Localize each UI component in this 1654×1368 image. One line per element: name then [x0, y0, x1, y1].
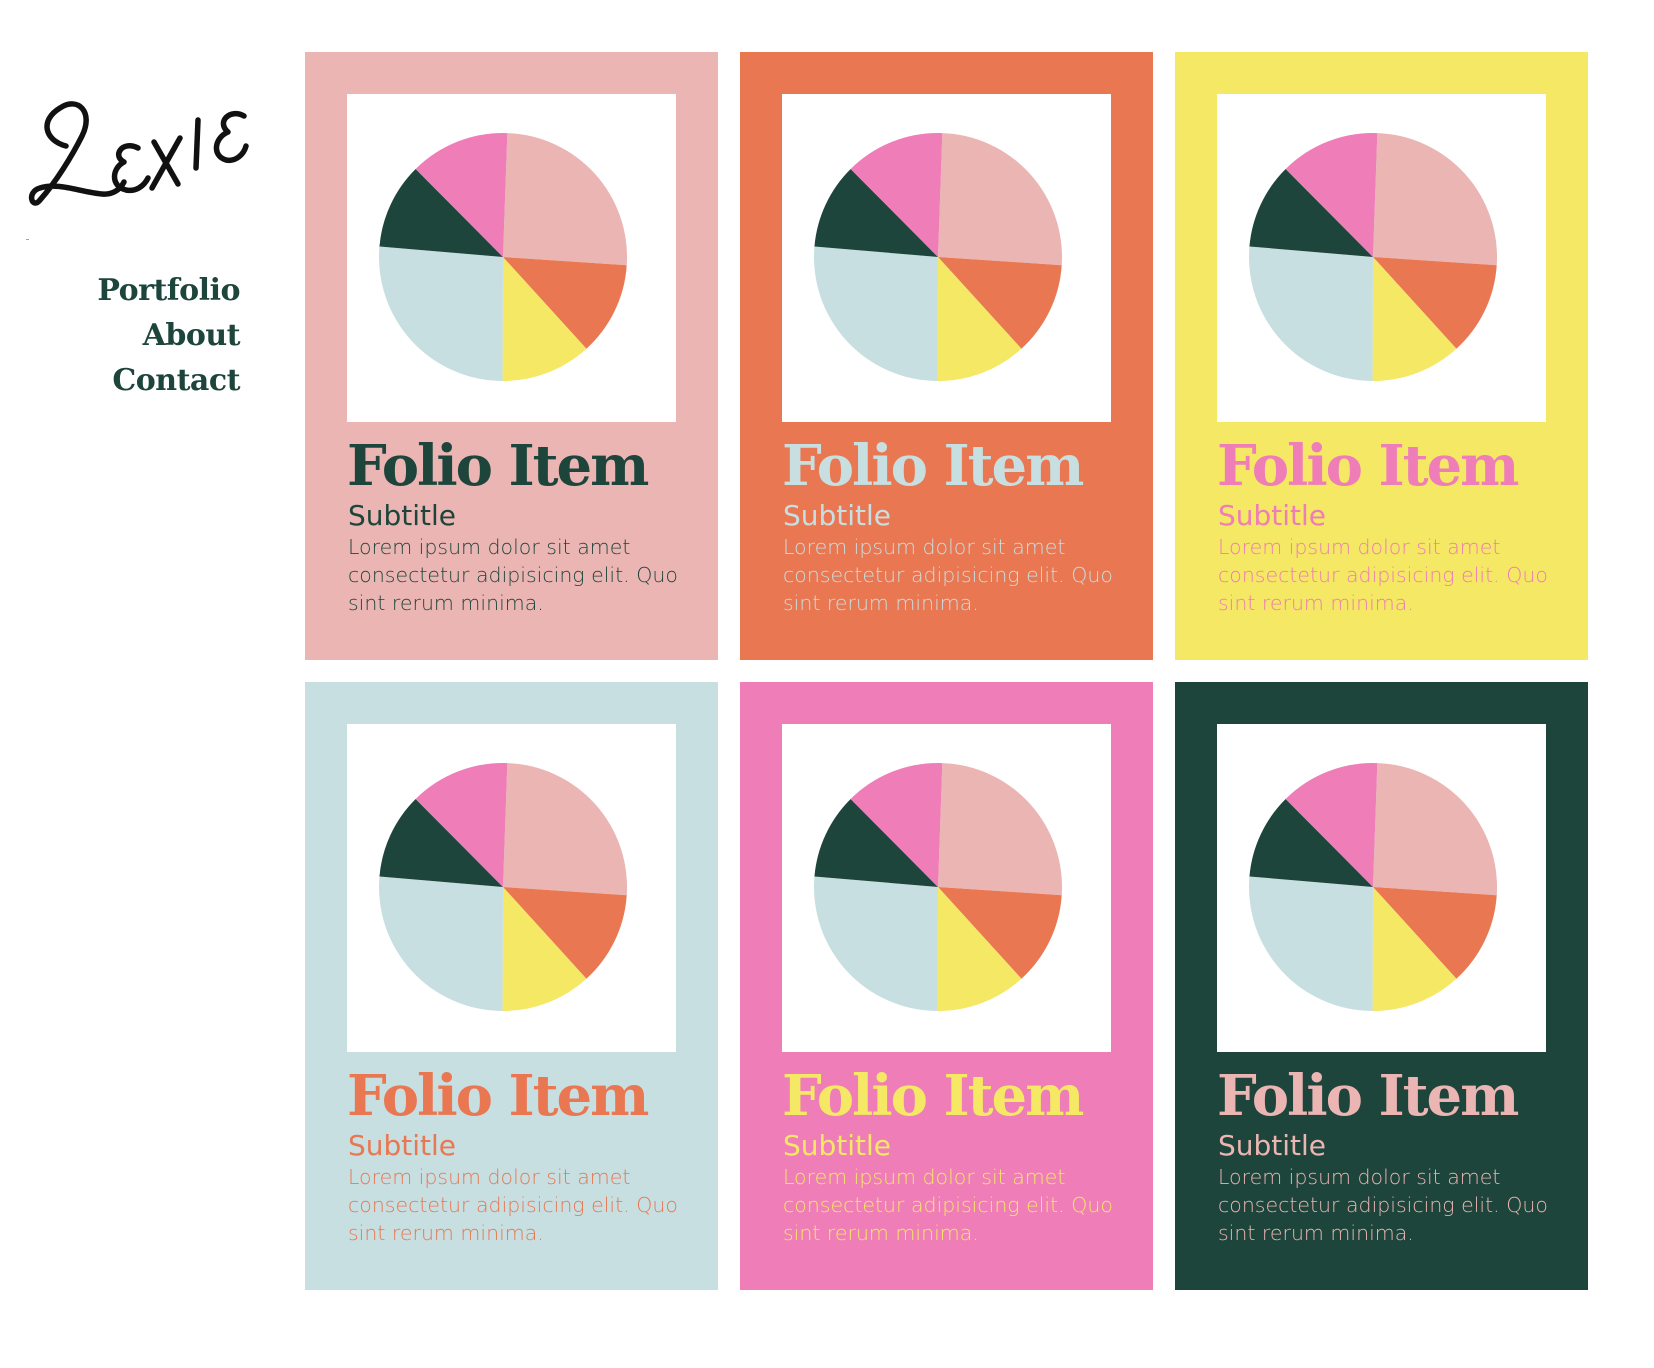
pie-chart: [814, 133, 1063, 382]
pie-slice: [503, 763, 628, 896]
nav-portfolio-link[interactable]: Portfolio: [97, 268, 240, 313]
pie-chart: [379, 763, 628, 1012]
card-subtitle: Subtitle: [1218, 499, 1327, 532]
card-subtitle: Subtitle: [348, 499, 457, 532]
card-title: Folio Item: [782, 433, 1084, 499]
pie-slice: [938, 763, 1063, 896]
pie-slice: [814, 246, 938, 381]
card-description: Lorem ipsum dolor sit amet consectetur a…: [1218, 1165, 1548, 1245]
card-title: Folio Item: [1217, 433, 1519, 499]
card-subtitle: Subtitle: [783, 1129, 892, 1162]
pie-chart: [379, 133, 628, 382]
folio-card[interactable]: Folio Item Subtitle Lorem ipsum dolor si…: [305, 682, 718, 1290]
nav-about-link[interactable]: About: [97, 313, 241, 358]
pie-chart: [1249, 763, 1498, 1012]
card-description: Lorem ipsum dolor sit amet consectetur a…: [783, 535, 1113, 615]
pie-chart: [814, 763, 1063, 1012]
pie-slice: [1249, 246, 1373, 381]
sidebar: Portfolio About Contact: [0, 0, 300, 1368]
lexie-logo[interactable]: [20, 82, 270, 222]
pie-chart: [1249, 133, 1498, 382]
pie-slice: [379, 246, 503, 381]
nav-contact-link[interactable]: Contact: [97, 358, 240, 403]
folio-card[interactable]: Folio Item Subtitle Lorem ipsum dolor si…: [1175, 682, 1588, 1290]
main-nav: Portfolio About Contact: [97, 268, 240, 403]
card-subtitle: Subtitle: [348, 1129, 457, 1162]
folio-card[interactable]: Folio Item Subtitle Lorem ipsum dolor si…: [305, 52, 718, 660]
pie-chart-image: [347, 94, 676, 422]
pie-slice: [938, 133, 1063, 266]
folio-card[interactable]: Folio Item Subtitle Lorem ipsum dolor si…: [1175, 52, 1588, 660]
card-title: Folio Item: [782, 1063, 1084, 1129]
card-subtitle: Subtitle: [783, 499, 892, 532]
pie-slice: [379, 876, 503, 1011]
card-title: Folio Item: [347, 433, 649, 499]
pie-slice: [814, 876, 938, 1011]
card-description: Lorem ipsum dolor sit amet consectetur a…: [783, 1165, 1113, 1245]
card-description: Lorem ipsum dolor sit amet consectetur a…: [348, 535, 678, 615]
card-title: Folio Item: [1217, 1063, 1519, 1129]
folio-card[interactable]: Folio Item Subtitle Lorem ipsum dolor si…: [740, 682, 1153, 1290]
card-title: Folio Item: [347, 1063, 649, 1129]
card-description: Lorem ipsum dolor sit amet consectetur a…: [348, 1165, 678, 1245]
logo-divider: [26, 239, 29, 240]
folio-card[interactable]: Folio Item Subtitle Lorem ipsum dolor si…: [740, 52, 1153, 660]
pie-slice: [1373, 133, 1498, 266]
pie-slice: [1249, 876, 1373, 1011]
pie-slice: [1373, 763, 1498, 896]
card-description: Lorem ipsum dolor sit amet consectetur a…: [1218, 535, 1548, 615]
pie-chart-image: [782, 724, 1111, 1052]
pie-chart-image: [782, 94, 1111, 422]
pie-chart-image: [1217, 724, 1546, 1052]
pie-chart-image: [1217, 94, 1546, 422]
pie-chart-image: [347, 724, 676, 1052]
portfolio-grid: Folio Item Subtitle Lorem ipsum dolor si…: [305, 52, 1588, 1290]
card-subtitle: Subtitle: [1218, 1129, 1327, 1162]
pie-slice: [503, 133, 628, 266]
